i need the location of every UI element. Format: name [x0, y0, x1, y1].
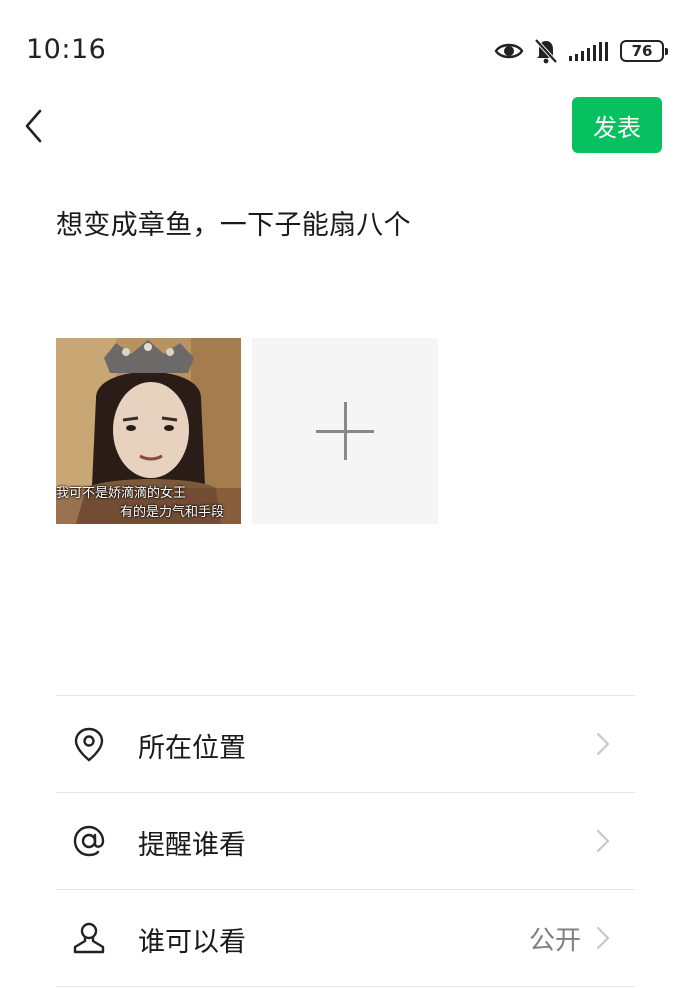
- eye-icon: [494, 43, 524, 59]
- photo-caption-line-2: 有的是力气和手段: [120, 505, 225, 520]
- at-sign-icon: [73, 825, 105, 857]
- status-icons: 76: [494, 36, 668, 66]
- photo-caption: 我可不是娇滴滴的女王 有的是力气和手段: [56, 484, 241, 522]
- add-photo-button[interactable]: [252, 338, 438, 524]
- nav-bar: 发表: [0, 96, 690, 156]
- signal-icon: [569, 42, 608, 61]
- option-location[interactable]: 所在位置: [56, 696, 635, 793]
- image-grid: 我可不是娇滴滴的女王 有的是力气和手段: [56, 338, 438, 524]
- chevron-right-icon: [596, 829, 610, 853]
- options-list: 所在位置 提醒谁看 谁可以看 公开: [56, 695, 635, 987]
- option-mention-label: 提醒谁看: [138, 830, 246, 861]
- person-icon: [73, 922, 105, 954]
- bell-off-icon: [534, 38, 558, 64]
- option-visibility[interactable]: 谁可以看 公开: [56, 890, 635, 987]
- chevron-right-icon: [596, 926, 610, 950]
- back-button[interactable]: [18, 104, 58, 148]
- publish-button[interactable]: 发表: [572, 97, 662, 153]
- photo-caption-line-1: 我可不是娇滴滴的女王: [56, 486, 187, 501]
- option-location-label: 所在位置: [138, 733, 246, 764]
- location-pin-icon: [74, 727, 104, 762]
- option-visibility-value: 公开: [528, 926, 581, 956]
- chevron-right-icon: [596, 732, 610, 756]
- option-mention[interactable]: 提醒谁看: [56, 793, 635, 890]
- post-text-input[interactable]: 想变成章鱼，一下子能扇八个: [56, 203, 411, 242]
- status-time: 10:16: [26, 34, 107, 65]
- status-bar: 10:16 76: [0, 0, 690, 100]
- chevron-left-icon: [25, 109, 42, 143]
- option-visibility-label: 谁可以看: [138, 927, 246, 958]
- battery-icon: 76: [620, 40, 668, 62]
- photo-thumbnail[interactable]: 我可不是娇滴滴的女王 有的是力气和手段: [56, 338, 241, 524]
